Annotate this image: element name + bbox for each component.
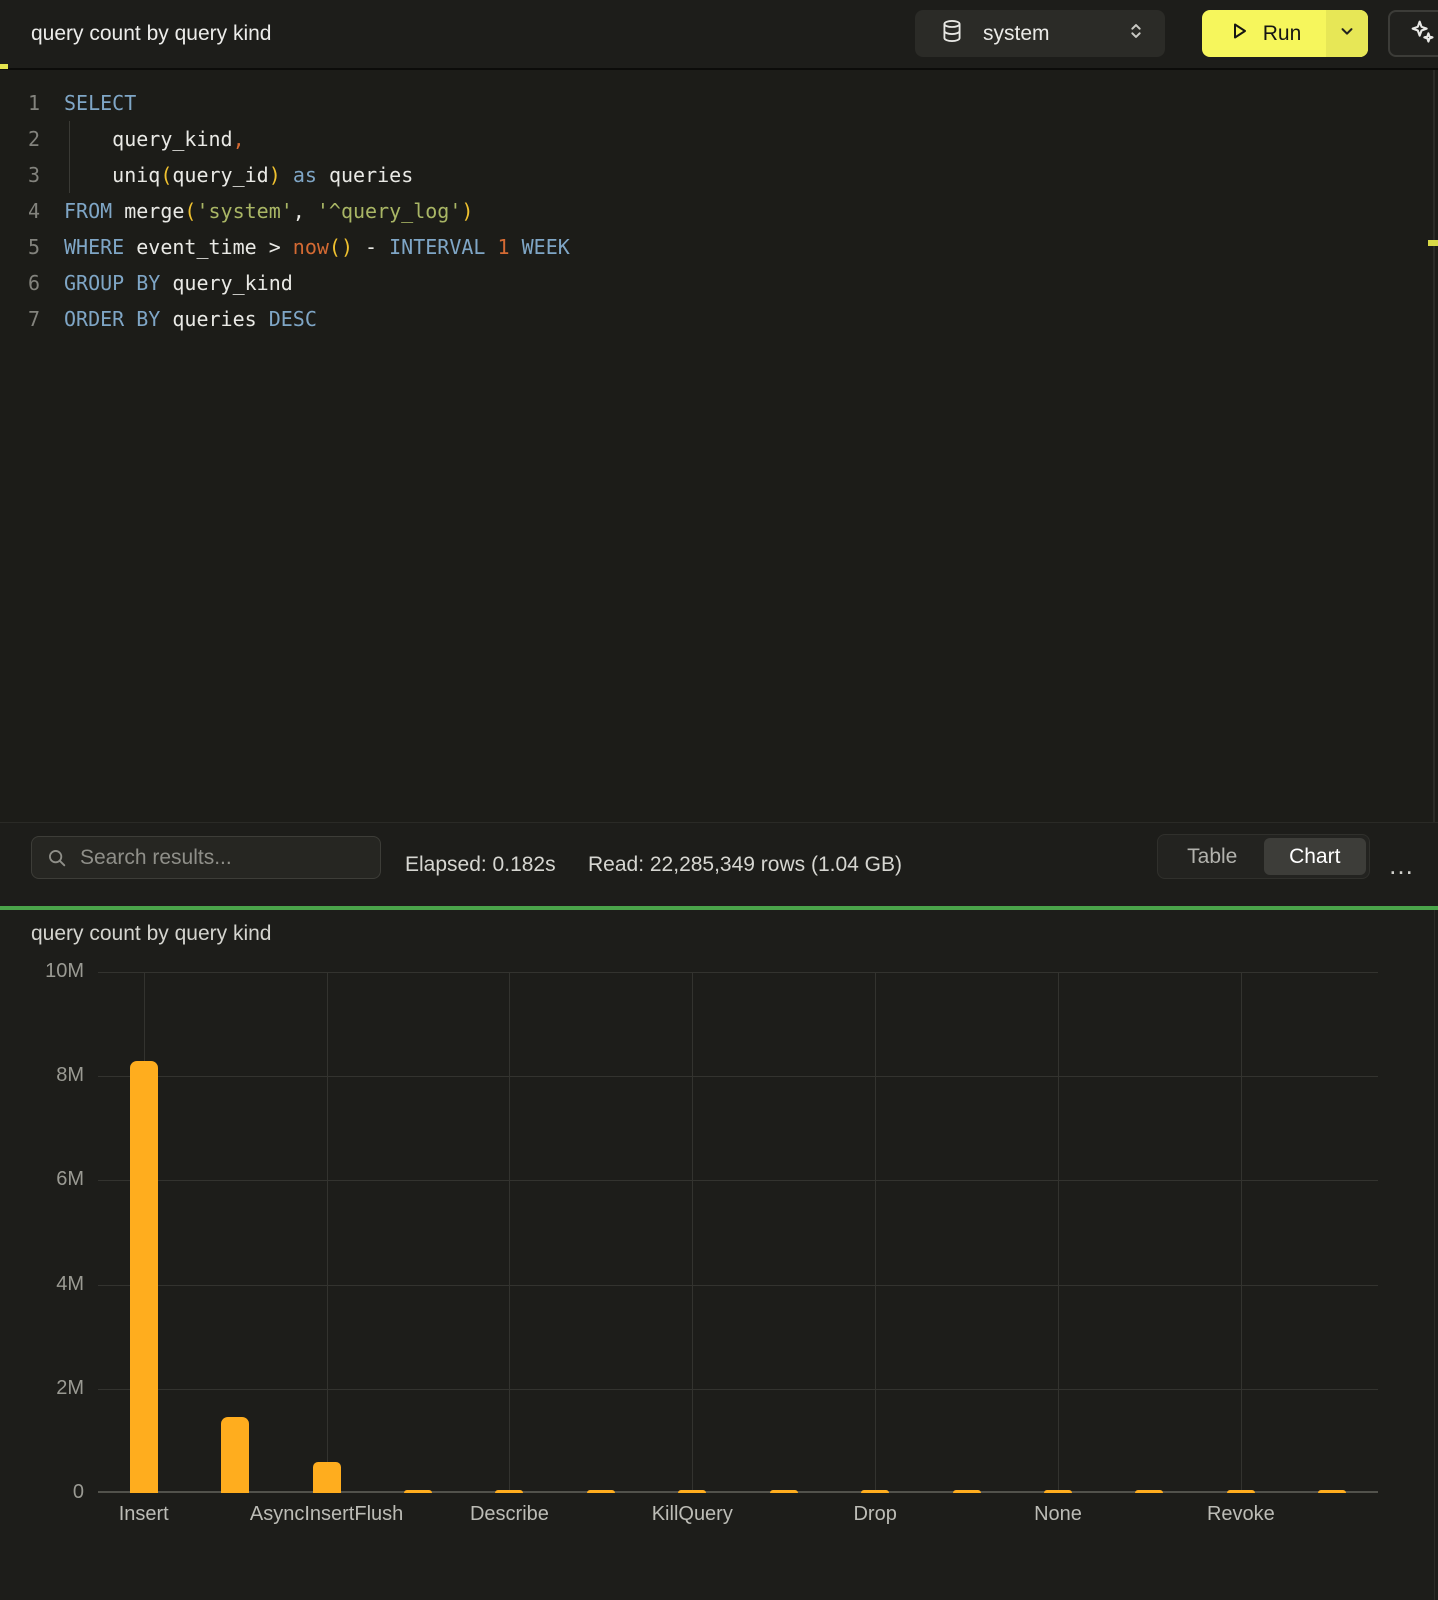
code-text: SELECT [64,85,136,121]
gridline-horizontal [98,972,1378,973]
tab-chart[interactable]: Chart [1264,838,1367,875]
code-text: WHERE event_time > now() - INTERVAL 1 WE… [64,229,570,265]
gridline-horizontal [98,1389,1378,1390]
database-selector-value: system [983,22,1125,46]
query-title: query count by query kind [31,0,271,68]
gridline-horizontal [98,1076,1378,1077]
code-line: 2 query_kind, [0,121,1400,157]
x-axis-label: Describe [470,1503,549,1526]
y-axis-label: 0 [0,1481,84,1504]
x-axis-label: Insert [119,1503,169,1526]
gridline-vertical [1241,972,1242,1493]
y-axis-label: 4M [0,1273,84,1296]
active-tab-marker [0,64,8,69]
code-line: 1 SELECT [0,85,1400,121]
y-axis-label: 2M [0,1377,84,1400]
y-axis-label: 8M [0,1064,84,1087]
code-line: 6 GROUP BY query_kind [0,265,1400,301]
database-icon [939,18,965,49]
pane-scrollbar-track [1434,910,1435,1600]
view-toggle: Table Chart [1157,834,1370,879]
line-number: 5 [0,229,40,265]
x-axis-label: None [1034,1503,1082,1526]
search-results-input[interactable] [80,846,370,870]
y-axis-labels: 10M8M6M4M2M0 [0,972,84,1493]
top-bar: query count by query kind system Run [0,0,1438,70]
code-line: 4 FROM merge('system', '^query_log') [0,193,1400,229]
code-text: uniq(query_id) as queries [64,157,413,193]
gridline-vertical [875,972,876,1493]
x-axis-label: Drop [853,1503,896,1526]
sql-editor[interactable]: 1SELECT2 query_kind,3 uniq(query_id) as … [0,70,1438,822]
gridline-vertical [692,972,693,1493]
read-stat: Read: 22,285,349 rows (1.04 GB) [588,823,902,907]
gridline-vertical [327,972,328,1493]
chart-pane: query count by query kind 10M 8M 6M 4M 2M 0 I… [0,910,1438,1600]
gridline-horizontal [98,1180,1378,1181]
code-text: ORDER BY queries DESC [64,301,317,337]
line-number: 7 [0,301,40,337]
code-line: 7 ORDER BY queries DESC [0,301,1400,337]
bar[interactable] [1135,1490,1163,1493]
x-axis-label: KillQuery [652,1503,733,1526]
ai-assistant-button[interactable] [1388,10,1438,57]
bar[interactable] [861,1490,889,1493]
bar[interactable] [404,1490,432,1493]
more-options-button[interactable]: … [1380,823,1424,907]
sparkles-icon [1408,17,1436,50]
x-axis-line [98,1491,1378,1493]
bar[interactable] [678,1490,706,1493]
bar[interactable] [953,1490,981,1493]
x-axis-label: Revoke [1207,1503,1275,1526]
run-button-label: Run [1263,22,1302,46]
code-line: 5 WHERE event_time > now() - INTERVAL 1 W… [0,229,1400,265]
gridline-vertical [509,972,510,1493]
run-button[interactable]: Run [1202,10,1368,57]
bar[interactable] [313,1462,341,1493]
chevron-down-icon [1338,22,1356,45]
code-text: query_kind, [64,121,245,157]
scrollbar-cursor-marker [1428,240,1438,246]
ellipsis-icon: … [1388,850,1416,881]
bar[interactable] [770,1490,798,1493]
bar[interactable] [587,1490,615,1493]
code-text: GROUP BY query_kind [64,265,293,301]
play-icon [1227,19,1251,48]
results-toolbar: Elapsed: 0.182s Read: 22,285,349 rows (1… [0,822,1438,906]
bar[interactable] [1044,1490,1072,1493]
bar[interactable] [130,1061,158,1493]
bar[interactable] [1318,1490,1346,1493]
database-selector[interactable]: system [915,10,1165,57]
plot-area: InsertAsyncInsertFlushDescribeKillQueryD… [98,972,1378,1493]
line-number: 4 [0,193,40,229]
run-options-button[interactable] [1326,10,1368,57]
line-number: 6 [0,265,40,301]
gridline-vertical [1058,972,1059,1493]
line-number: 3 [0,157,40,193]
search-icon [46,847,68,869]
code-line: 3 uniq(query_id) as queries [0,157,1400,193]
bar[interactable] [221,1417,249,1493]
chart-title: query count by query kind [31,922,271,946]
y-axis-label: 6M [0,1168,84,1191]
tab-table[interactable]: Table [1161,838,1264,875]
line-number: 1 [0,85,40,121]
code-text: FROM merge('system', '^query_log') [64,193,473,229]
y-axis-label: 10M [0,960,84,983]
line-number: 2 [0,121,40,157]
search-box[interactable] [31,836,381,879]
bar[interactable] [1227,1490,1255,1493]
run-button-main[interactable]: Run [1202,10,1326,57]
x-axis-label: AsyncInsertFlush [250,1503,403,1526]
elapsed-stat: Elapsed: 0.182s [405,823,556,907]
code-lines: 1SELECT2 query_kind,3 uniq(query_id) as … [0,85,1400,337]
editor-scrollbar[interactable] [1433,70,1435,822]
chevron-up-down-icon [1125,19,1147,48]
gridline-horizontal [98,1285,1378,1286]
bar[interactable] [495,1490,523,1493]
indent-guide [69,121,70,193]
